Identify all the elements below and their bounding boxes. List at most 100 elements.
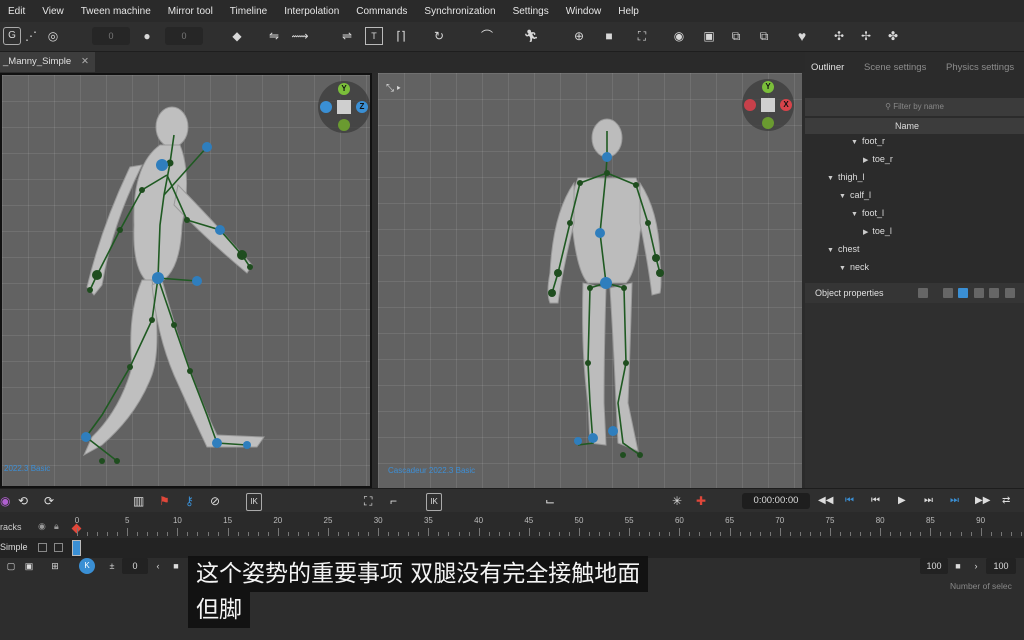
prev-key-icon[interactable]: ⏮ — [845, 493, 854, 509]
rewind-icon[interactable]: ◀◀ — [818, 493, 833, 509]
fast-forward-icon[interactable]: ▶▶ — [975, 493, 990, 509]
v-logo-icon[interactable]: ♥ — [793, 27, 811, 45]
track-lock-checkbox[interactable] — [54, 543, 63, 552]
eye-icon[interactable]: ◉ — [38, 521, 46, 532]
copy-icon[interactable]: ⧉ — [727, 27, 745, 45]
frame-select-icon[interactable]: ⛶ — [364, 493, 372, 509]
chevron-right-icon[interactable]: › — [970, 558, 982, 574]
menu-edit[interactable]: Edit — [0, 6, 34, 17]
view-gizmo-right[interactable]: Y X — [742, 79, 794, 131]
menu-view[interactable]: View — [34, 6, 73, 17]
frame-input[interactable]: 0 — [122, 558, 148, 574]
viewport-left[interactable]: Y Z 2022.3 Basic — [0, 73, 372, 488]
menu-interpolation[interactable]: Interpolation — [276, 6, 348, 17]
run-icon[interactable]: 🏃︎ — [522, 27, 540, 45]
gizmo-neg-y-axis[interactable] — [762, 117, 774, 129]
menu-commands[interactable]: Commands — [348, 6, 416, 17]
gizmo-z-axis[interactable]: Z — [356, 101, 368, 113]
bones-icon[interactable]: ✣ — [830, 27, 848, 45]
pin-red-icon[interactable]: ✚ — [696, 493, 706, 509]
menu-synchronization[interactable]: Synchronization — [416, 6, 504, 17]
tree-item-chest[interactable]: ▼ chest — [827, 244, 859, 254]
tree-item-toe-r[interactable]: ▶ toe_r — [863, 154, 893, 164]
view-gizmo-left[interactable]: Y Z — [318, 81, 370, 133]
timeline-ruler[interactable]: racks ◉ 🔒︎ 0 5 10 15 20 25 30 35 40 45 50 55 60 65 70 7… — [0, 512, 1024, 538]
value-field-2[interactable]: 0 — [165, 27, 203, 45]
close-icon[interactable]: ✕ — [81, 52, 89, 72]
bones-3-icon[interactable]: ✤ — [884, 27, 902, 45]
keyframe-block[interactable] — [72, 540, 81, 556]
play-icon[interactable]: ▶ — [898, 493, 906, 509]
flag-icon[interactable]: ⚑ — [159, 493, 170, 509]
tab-outliner[interactable]: Outliner — [811, 62, 844, 73]
spiral-icon[interactable]: ◉ — [670, 27, 688, 45]
mirror-icon[interactable]: ⇌ — [338, 27, 356, 45]
no-icon[interactable]: ⊘ — [210, 493, 220, 509]
book-icon[interactable]: ▥ — [133, 493, 144, 509]
props-icon-1[interactable] — [918, 288, 928, 298]
end-frame-field-2[interactable]: 100 — [986, 558, 1016, 574]
target-icon[interactable]: ⊕ — [570, 27, 588, 45]
tree-item-calf-l[interactable]: ▼ calf_l — [839, 190, 871, 200]
tab-scene-settings[interactable]: Scene settings — [864, 62, 926, 73]
loop-playback-icon[interactable]: ⇄ — [1002, 493, 1010, 509]
curve-icon[interactable]: ⇋ — [265, 27, 283, 45]
bracket-icon[interactable]: ⌈⌉ — [392, 27, 410, 45]
tab-physics-settings[interactable]: Physics settings — [946, 62, 1014, 73]
gizmo-cube[interactable] — [761, 98, 775, 112]
camera-icon[interactable]: ■ — [600, 27, 618, 45]
plus-minus-icon[interactable]: ± — [106, 558, 118, 574]
key-icon[interactable]: ⚷ — [185, 493, 194, 509]
orbit-icon[interactable]: ◎ — [44, 27, 62, 45]
value-field-1[interactable]: 0 — [92, 27, 130, 45]
menu-tween-machine[interactable]: Tween machine — [73, 6, 160, 17]
dot-icon[interactable]: ● — [138, 27, 156, 45]
loop-right-icon[interactable]: ⟳ — [44, 493, 54, 509]
name-column-header[interactable]: Name — [895, 118, 919, 134]
ik-icon[interactable]: IK — [246, 493, 262, 511]
select-mode-icon[interactable]: G — [3, 27, 21, 45]
props-icon-5[interactable] — [989, 288, 999, 298]
tree-item-foot-r[interactable]: ▼ foot_r — [851, 136, 885, 146]
tangent-icon[interactable]: ⌙ — [545, 493, 555, 509]
stop-icon[interactable]: ■ — [170, 558, 182, 574]
next-frame-icon[interactable]: ⏭ — [924, 493, 933, 509]
square-icon[interactable]: ▢ — [4, 558, 18, 574]
props-icon-4[interactable] — [974, 288, 984, 298]
viewport-right[interactable]: ⤡ ▸ Y X Cascadeur 2022.3 Basic — [378, 73, 802, 488]
tree-item-foot-l[interactable]: ▼ foot_l — [851, 208, 884, 218]
gizmo-y-axis[interactable]: Y — [338, 83, 350, 95]
menu-settings[interactable]: Settings — [505, 6, 558, 17]
add-icon[interactable]: ⊞ — [48, 558, 62, 574]
step-icon[interactable]: ⌐ — [390, 493, 397, 509]
ik-icon-2[interactable]: IK — [426, 493, 442, 511]
chevron-left-icon[interactable]: ‹ — [152, 558, 164, 574]
record-icon[interactable]: ◉ — [0, 493, 10, 509]
box-icon[interactable]: ▣ — [700, 27, 718, 45]
prev-frame-icon[interactable]: ⏮ — [871, 493, 880, 509]
save-icon[interactable]: ▣ — [22, 558, 36, 574]
tree-item-toe-l[interactable]: ▶ toe_l — [863, 226, 892, 236]
gizmo-y-axis[interactable]: Y — [762, 81, 774, 93]
tree-item-thigh-l[interactable]: ▼ thigh_l — [827, 172, 864, 182]
filter-input[interactable]: ⚲ Filter by name — [805, 98, 1024, 116]
document-tab[interactable]: _Manny_Simple ✕ — [0, 52, 95, 72]
text-icon[interactable]: T — [365, 27, 383, 45]
scatter-icon[interactable]: ✳ — [672, 493, 682, 509]
paste-icon[interactable]: ⧉ — [755, 27, 773, 45]
bones-alt-icon[interactable]: ✢ — [857, 27, 875, 45]
track-visibility-checkbox[interactable] — [38, 543, 47, 552]
props-icon-3[interactable] — [958, 288, 968, 298]
stop-icon-2[interactable]: ■ — [952, 558, 964, 574]
ik-toggle-icon[interactable]: K — [79, 558, 95, 574]
menu-help[interactable]: Help — [610, 6, 648, 17]
pin-icon[interactable]: ⋰ — [22, 27, 40, 45]
gizmo-neg-y-axis[interactable] — [338, 119, 350, 131]
frame-icon[interactable]: ⛶ — [633, 27, 651, 45]
menu-window[interactable]: Window — [558, 6, 611, 17]
tree-item-neck[interactable]: ▼ neck — [839, 262, 869, 272]
track-row[interactable]: Simple — [0, 538, 1024, 558]
props-icon-6[interactable] — [1005, 288, 1015, 298]
menu-mirror-tool[interactable]: Mirror tool — [160, 6, 222, 17]
loop-icon[interactable]: ↻ — [430, 27, 448, 45]
